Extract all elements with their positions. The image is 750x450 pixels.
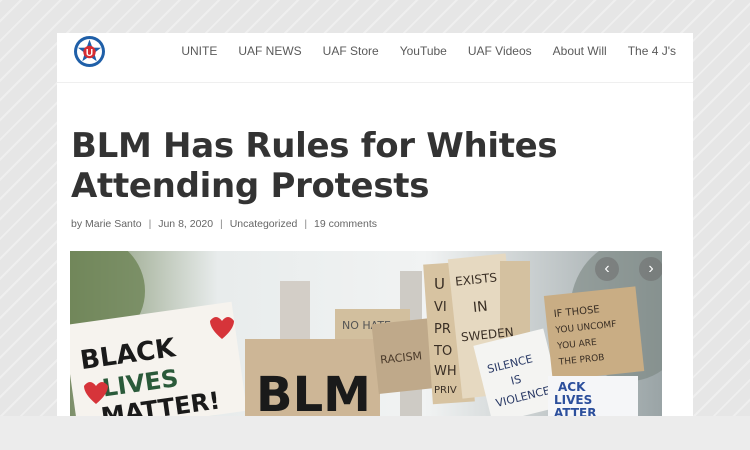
sign-text-line: WH xyxy=(434,364,457,379)
nav-item-about-will[interactable]: About Will xyxy=(553,44,607,58)
site-logo[interactable]: U xyxy=(73,35,106,68)
meta-by: by xyxy=(71,218,83,230)
bottom-strip xyxy=(0,416,750,450)
nav-item-youtube[interactable]: YouTube xyxy=(400,44,447,58)
meta-separator: | xyxy=(304,218,308,230)
nav-item-uaf-videos[interactable]: UAF Videos xyxy=(468,44,532,58)
sign-text-line: PR xyxy=(434,322,451,337)
nav-item-uaf-store[interactable]: UAF Store xyxy=(323,44,379,58)
slider-next-button[interactable]: › xyxy=(639,257,662,281)
nav-item-unite[interactable]: UNITE xyxy=(181,44,217,58)
meta-date: Jun 8, 2020 xyxy=(158,218,214,230)
meta-comments-link[interactable]: 19 comments xyxy=(314,218,377,230)
article-title: BLM Has Rules for Whites Attending Prote… xyxy=(71,126,558,206)
chevron-right-icon: › xyxy=(648,260,654,277)
sign-text-line: ATTER xyxy=(554,406,596,416)
meta-category-link[interactable]: Uncategorized xyxy=(230,218,298,230)
sign-text-blm: BLM xyxy=(256,367,371,416)
sign-text-line: IN xyxy=(472,299,488,316)
sign-black-lives-bottom: ACK LIVES ATTER xyxy=(548,376,638,416)
sign-if-those: IF THOSE YOU UNCOMF YOU ARE THE PROB xyxy=(543,286,645,381)
web-page: U UNITE UAF NEWS UAF Store YouTube UAF V… xyxy=(57,33,693,416)
sign-text-line: LIVES xyxy=(554,393,592,407)
slider-prev-button[interactable]: ‹ xyxy=(595,257,619,281)
protest-photo: BLACK LIVES MATTER! BLM NO HATE RACISM U… xyxy=(70,251,662,416)
sign-text-line: VI xyxy=(434,300,447,315)
sign-text-line: TO xyxy=(433,344,452,359)
star-badge-icon: U xyxy=(74,36,105,67)
main-nav: UNITE UAF NEWS UAF Store YouTube UAF Vid… xyxy=(160,44,676,58)
nav-item-uaf-news[interactable]: UAF NEWS xyxy=(238,44,301,58)
post-meta: by Marie Santo | Jun 8, 2020 | Uncategor… xyxy=(71,218,377,230)
sign-text-line: ACK xyxy=(558,380,586,394)
sign-text-line: PRIV xyxy=(434,385,457,396)
hero-image: BLACK LIVES MATTER! BLM NO HATE RACISM U… xyxy=(70,251,662,416)
meta-author-link[interactable]: Marie Santo xyxy=(85,218,142,230)
sign-text-line: U xyxy=(434,275,445,293)
site-header: U UNITE UAF NEWS UAF Store YouTube UAF V… xyxy=(57,33,693,83)
meta-separator: | xyxy=(148,218,152,230)
chevron-left-icon: ‹ xyxy=(604,260,610,277)
logo-letter: U xyxy=(86,48,93,59)
sign-blm: BLM xyxy=(245,339,380,416)
nav-item-the-4-js[interactable]: The 4 J's xyxy=(628,44,676,58)
meta-separator: | xyxy=(220,218,223,230)
